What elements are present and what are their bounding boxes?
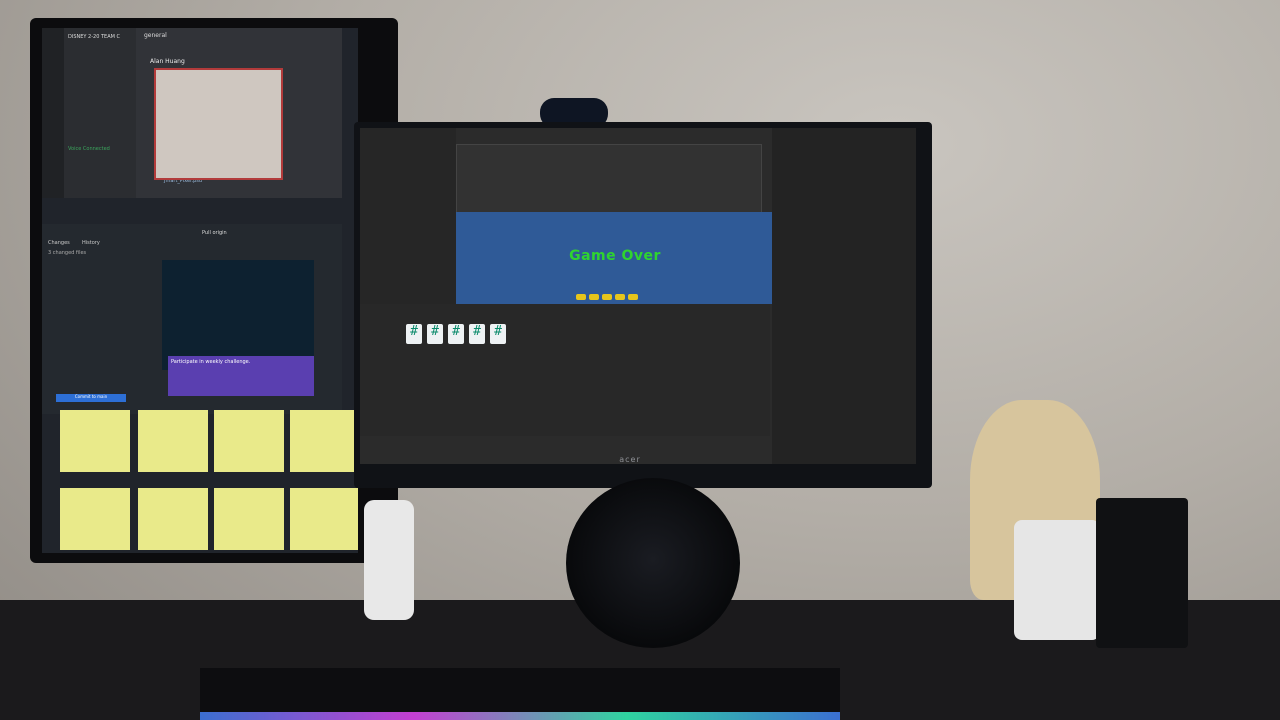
sticky-note bbox=[138, 488, 208, 550]
game-over-text: Game Over bbox=[569, 248, 661, 264]
history-tab[interactable]: History bbox=[82, 240, 100, 246]
script-icon[interactable]: # bbox=[469, 324, 485, 344]
purple-note-text: Participate in weekly challenge. bbox=[171, 359, 251, 365]
server-list bbox=[42, 28, 64, 198]
discord-window: DISNEY 2-20 TEAM C Voice Connected gener… bbox=[42, 28, 342, 198]
script-icon[interactable]: # bbox=[490, 324, 506, 344]
sticky-note bbox=[60, 488, 130, 550]
coin-icon bbox=[602, 294, 612, 300]
channel-name: general bbox=[144, 32, 167, 39]
mug bbox=[1014, 520, 1100, 640]
project-panel: # # # # # bbox=[360, 304, 770, 436]
monitor-brand: acer bbox=[619, 455, 641, 464]
sticky-note bbox=[214, 410, 284, 472]
script-icon[interactable]: # bbox=[448, 324, 464, 344]
coin-icon bbox=[576, 294, 586, 300]
avatar-panel bbox=[154, 68, 283, 180]
coin-icon bbox=[589, 294, 599, 300]
game-view: Game Over bbox=[456, 212, 774, 304]
sticky-note bbox=[60, 410, 130, 472]
hierarchy-panel bbox=[360, 128, 456, 304]
coin-icon bbox=[615, 294, 625, 300]
server-name: DISNEY 2-20 TEAM C bbox=[68, 34, 121, 40]
changed-files: 3 changed files bbox=[48, 250, 87, 256]
script-icon[interactable]: # bbox=[427, 324, 443, 344]
keyboard-rgb-strip bbox=[200, 712, 840, 720]
pull-origin[interactable]: Pull origin bbox=[202, 230, 227, 236]
script-icon[interactable]: # bbox=[406, 324, 422, 344]
purple-note: Participate in weekly challenge. bbox=[168, 356, 314, 396]
preview-image bbox=[162, 260, 314, 370]
sticky-note bbox=[214, 488, 284, 550]
user-name: Alan Huang bbox=[150, 58, 185, 65]
speaker bbox=[1096, 498, 1188, 648]
sticky-note bbox=[290, 488, 358, 550]
voice-status: Voice Connected bbox=[68, 146, 110, 152]
sticky-note bbox=[290, 410, 358, 472]
microphone-pop-filter bbox=[566, 478, 740, 648]
scene-view bbox=[456, 144, 762, 218]
script-icons: # # # # # bbox=[406, 320, 511, 344]
coin-icon bbox=[628, 294, 638, 300]
code-editor-panel bbox=[772, 128, 916, 464]
left-screen: DISNEY 2-20 TEAM C Voice Connected gener… bbox=[42, 28, 358, 553]
commit-button[interactable]: Commit to main bbox=[56, 394, 126, 402]
channel-list: DISNEY 2-20 TEAM C Voice Connected bbox=[64, 28, 136, 198]
coin-row bbox=[576, 285, 656, 300]
sticky-note bbox=[138, 410, 208, 472]
unity-editor: Game Over # # # # # bbox=[360, 128, 916, 464]
humidifier bbox=[364, 500, 414, 620]
changes-tab[interactable]: Changes bbox=[48, 240, 70, 246]
github-desktop: Changes History 3 changed files Pull ori… bbox=[42, 224, 342, 414]
